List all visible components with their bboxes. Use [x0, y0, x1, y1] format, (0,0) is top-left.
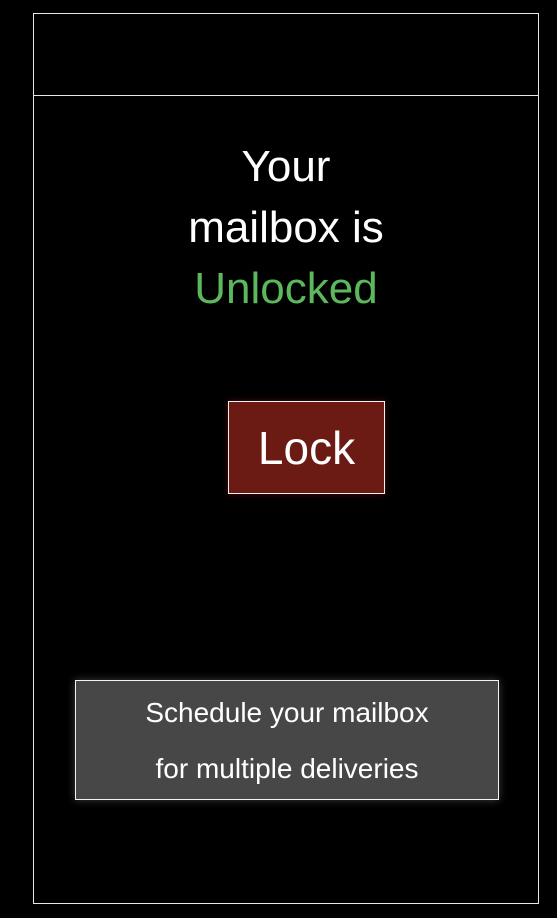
schedule-button-line-1: Schedule your mailbox: [145, 697, 429, 728]
lock-button[interactable]: Lock: [228, 401, 385, 494]
status-line-2: mailbox is: [188, 203, 384, 252]
status-line-1: Your: [241, 142, 331, 191]
lock-button-label: Lock: [257, 421, 356, 474]
schedule-button-line-2: for multiple deliveries: [155, 753, 419, 784]
schedule-deliveries-button[interactable]: Schedule your mailbox for multiple deliv…: [75, 680, 499, 800]
header-bar: [34, 14, 538, 96]
status-value: Unlocked: [194, 264, 378, 313]
mailbox-status: Your mailbox is Unlocked: [34, 136, 538, 319]
phone-screen: Your mailbox is Unlocked Lock Schedule y…: [33, 13, 539, 904]
